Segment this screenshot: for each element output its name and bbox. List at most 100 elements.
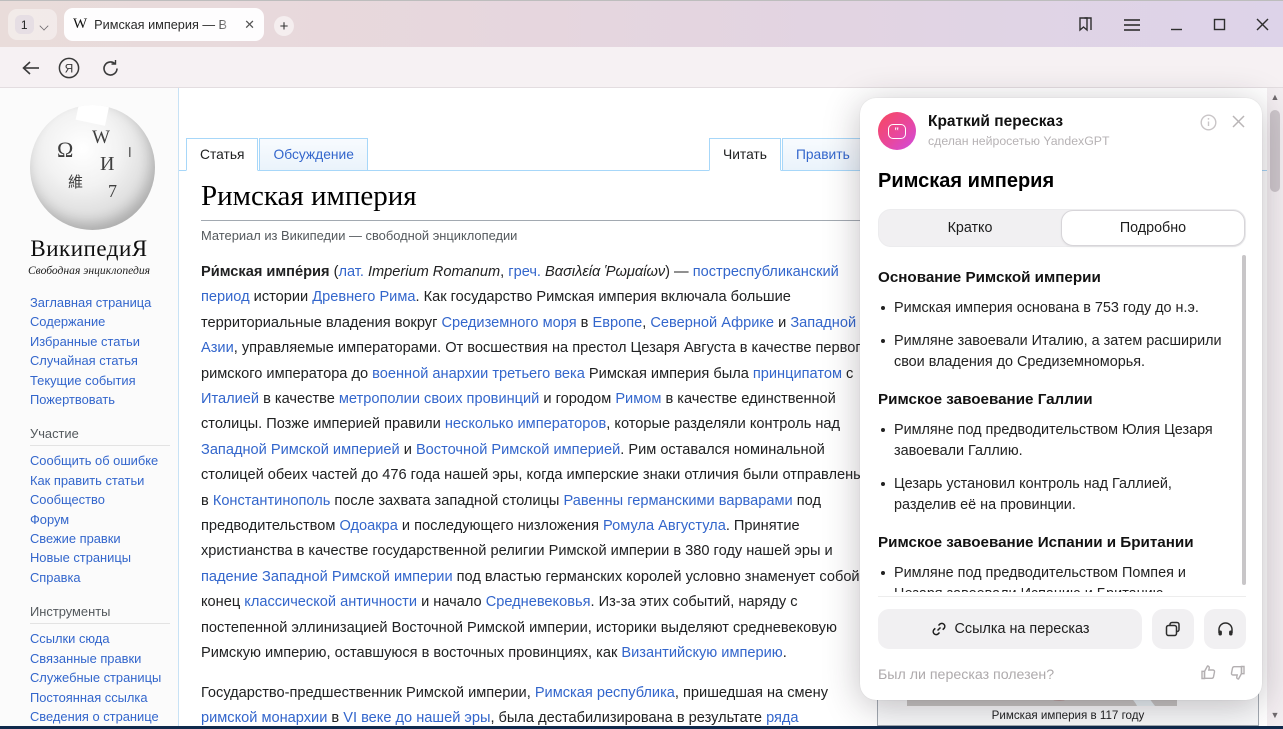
sidebar-link[interactable]: Сообщить об ошибке: [30, 451, 175, 470]
feedback-question: Был ли пересказ полезен?: [878, 667, 1200, 683]
summary-bullet: Цезарь установил контроль над Галлией, р…: [878, 474, 1232, 516]
panel-close-icon[interactable]: [1231, 114, 1246, 136]
article-link[interactable]: VI веке до нашей эры: [343, 710, 490, 726]
tab-counter-button[interactable]: 1: [8, 9, 57, 40]
article-link[interactable]: Европе: [592, 315, 642, 331]
copy-button[interactable]: [1152, 609, 1194, 649]
wiki-tab[interactable]: Читать: [709, 138, 781, 171]
detail-toggle: КраткоПодробно: [878, 209, 1246, 247]
yandex-icon[interactable]: Я: [56, 55, 82, 81]
summary-link-button[interactable]: Ссылка на пересказ: [878, 609, 1142, 649]
thumb-down-icon[interactable]: [1229, 664, 1246, 686]
sidebar-link[interactable]: Заглавная страница: [30, 293, 175, 312]
tab-bar: 1 W Римская империя — В ✕ +: [0, 0, 1283, 47]
wiki-tab[interactable]: Править: [782, 138, 864, 171]
article-link[interactable]: греч.: [508, 264, 541, 280]
wiki-logo-title[interactable]: ВикипедиЯ: [0, 236, 178, 262]
article-link[interactable]: Древнего Рима: [312, 289, 415, 305]
sidebar-sections: УчастиеСообщить об ошибкеКак править ста…: [30, 409, 175, 729]
sidebar-link[interactable]: Случайная статья: [30, 351, 175, 370]
article-link[interactable]: Италией: [201, 391, 259, 407]
sidebar-link[interactable]: Служебные страницы: [30, 668, 175, 687]
wiki-tab[interactable]: Обсуждение: [259, 138, 367, 171]
article-text: и последующего низложения: [398, 518, 603, 534]
back-icon[interactable]: [18, 55, 44, 81]
thumb-up-icon[interactable]: [1200, 664, 1217, 686]
reload-icon[interactable]: [97, 55, 123, 81]
panel-article-title: Римская империя: [878, 170, 1246, 193]
article-link[interactable]: принципатом: [753, 366, 842, 382]
sidebar-link[interactable]: Как править статьи: [30, 471, 175, 490]
sidebar-link[interactable]: Содержание: [30, 312, 175, 331]
sidebar-link[interactable]: Новые страницы: [30, 548, 175, 567]
bullet-dot: [881, 482, 885, 486]
article-link[interactable]: несколько императоров: [445, 416, 606, 432]
wikipedia-globe-logo[interactable]: Ω W И 維 7 ا: [30, 105, 155, 230]
wiki-logo-subtitle: Свободная энциклопедия: [0, 264, 178, 277]
sidebar-link[interactable]: Сведения о странице: [30, 707, 175, 726]
panel-scrollbar-thumb[interactable]: [1242, 255, 1246, 585]
sidebar-section: Инструменты Ссылки сюдаСвязанные правкиСл…: [30, 604, 175, 729]
article-text: ) —: [665, 264, 693, 280]
article-link[interactable]: Западной Римской империей: [201, 442, 400, 458]
article-text: , которые разделяли контроль над: [606, 416, 840, 432]
sidebar-link[interactable]: Текущие события: [30, 371, 175, 390]
article-link[interactable]: падение Западной Римской империи: [201, 569, 453, 585]
sidebar-section-title: Инструменты: [30, 604, 170, 624]
sidebar-link[interactable]: Справка: [30, 568, 175, 587]
article-paragraph: Государство-предшественник Римской импер…: [201, 681, 873, 729]
sidebar-panels-icon[interactable]: [1077, 16, 1094, 33]
new-tab-button[interactable]: +: [274, 16, 294, 36]
article-link[interactable]: Равенны: [563, 493, 623, 509]
article-link[interactable]: военной анархии третьего века: [372, 366, 585, 382]
sidebar-link[interactable]: Пожертвовать: [30, 390, 175, 409]
scroll-up-icon[interactable]: ▲: [1267, 92, 1283, 102]
article-link[interactable]: лат.: [338, 264, 363, 280]
article-link[interactable]: Римом: [615, 391, 661, 407]
article-link[interactable]: классической античности: [244, 594, 417, 610]
article-link[interactable]: Средиземного моря: [441, 315, 576, 331]
minimize-icon[interactable]: [1170, 18, 1183, 31]
article-link[interactable]: римской монархии: [201, 710, 327, 726]
summary-bullet: Римская империя основана в 753 году до н…: [878, 298, 1232, 319]
article-link[interactable]: Восточной Римской империей: [416, 442, 620, 458]
wiki-tab[interactable]: Статья: [186, 138, 258, 171]
article-link[interactable]: Римская республика: [535, 685, 675, 701]
article-text: , пришедшая на смену: [675, 685, 828, 701]
article-text: и начало: [417, 594, 486, 610]
summary-bullet: Римляне завоевали Италию, а затем расшир…: [878, 331, 1232, 373]
scroll-down-icon[interactable]: ▼: [1267, 710, 1283, 720]
tab-close-icon[interactable]: ✕: [244, 17, 255, 33]
article-link[interactable]: германскими варварами: [627, 493, 792, 509]
info-icon[interactable]: [1200, 114, 1217, 136]
article-link[interactable]: Средневековья: [486, 594, 591, 610]
close-icon[interactable]: [1256, 18, 1269, 31]
article-link[interactable]: Ромула Августула: [603, 518, 726, 534]
sidebar-link[interactable]: Постоянная ссылка: [30, 688, 175, 707]
browser-tab[interactable]: W Римская империя — В ✕: [64, 8, 264, 41]
article-link[interactable]: Одоакра: [339, 518, 397, 534]
summary-section-heading: Основание Римской империи: [878, 269, 1232, 286]
sidebar-link[interactable]: Сообщество: [30, 490, 175, 509]
address-toolbar: Я ru.wikipedia.org Римская империя — Вик…: [0, 47, 1283, 88]
panel-tab-Подробно[interactable]: Подробно: [1061, 210, 1245, 246]
article-link[interactable]: Северной Африке: [650, 315, 774, 331]
article-text: Римская империя была: [585, 366, 753, 382]
menu-icon[interactable]: [1124, 19, 1140, 31]
article-link[interactable]: метрополии своих провинций: [339, 391, 539, 407]
sidebar-link[interactable]: Избранные статьи: [30, 332, 175, 351]
scrollbar-thumb[interactable]: [1270, 110, 1280, 192]
panel-subtitle: сделан нейросетью YandexGPT: [928, 134, 1188, 148]
page-scrollbar[interactable]: ▲ ▼: [1267, 88, 1283, 726]
maximize-icon[interactable]: [1213, 18, 1226, 31]
wikipedia-favicon: W: [73, 16, 87, 33]
listen-button[interactable]: [1204, 609, 1246, 649]
article-link[interactable]: Константинополь: [213, 493, 331, 509]
sidebar-link[interactable]: Связанные правки: [30, 649, 175, 668]
article-link[interactable]: Византийскую империю: [621, 645, 782, 661]
article-text: после захвата западной столицы: [330, 493, 563, 509]
panel-tab-Кратко[interactable]: Кратко: [879, 210, 1061, 246]
sidebar-link[interactable]: Ссылки сюда: [30, 629, 175, 648]
sidebar-link[interactable]: Форум: [30, 510, 175, 529]
sidebar-link[interactable]: Свежие правки: [30, 529, 175, 548]
